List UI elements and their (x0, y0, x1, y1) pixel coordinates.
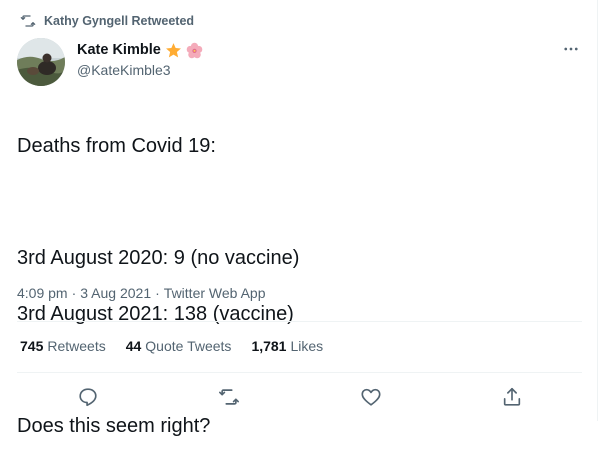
quote-tweets-stat[interactable]: 44 Quote Tweets (126, 338, 232, 354)
likes-count: 1,781 (251, 338, 287, 354)
cherry-blossom-emoji (186, 42, 203, 59)
likes-label: Likes (290, 338, 324, 354)
divider (17, 372, 582, 373)
retweet-button[interactable] (215, 383, 243, 411)
retweet-icon (20, 13, 36, 29)
tweet-time[interactable]: 4:09 pm (17, 285, 68, 301)
tweet-line: Does this seem right? (17, 415, 211, 437)
avatar[interactable] (17, 38, 65, 86)
tweet-line: Deaths from Covid 19: (17, 135, 216, 157)
reply-button[interactable] (74, 383, 102, 411)
retweets-label: Retweets (47, 338, 106, 354)
divider (17, 321, 582, 322)
share-icon (503, 387, 521, 406)
quote-tweets-count: 44 (125, 338, 142, 354)
tweet-date[interactable]: 3 Aug 2021 (80, 285, 151, 301)
likes-stat[interactable]: 1,781 Likes (251, 338, 323, 354)
timestamp-row: 4:09 pm · 3 Aug 2021 · Twitter Web App (17, 285, 265, 301)
author-name[interactable]: Kate Kimble (77, 42, 161, 58)
reply-icon (79, 388, 97, 407)
star-emoji (165, 42, 182, 59)
action-bar (0, 383, 598, 411)
separator: · (71, 285, 77, 301)
retweets-count: 745 (20, 338, 44, 354)
author-handle[interactable]: @KateKimble3 (77, 62, 203, 78)
retweet-context-text: Kathy Gyngell Retweeted (44, 14, 195, 28)
share-button[interactable] (498, 383, 526, 411)
more-icon (564, 47, 578, 51)
tweet-line: 3rd August 2021: 138 (vaccine) (17, 303, 294, 325)
retweet-icon (219, 389, 239, 405)
author-block: Kate Kimble @KateKimble3 (77, 40, 203, 78)
tweet: Kathy Gyngell Retweeted Kate Kimble @Kat… (0, 0, 598, 437)
tweet-line (17, 188, 577, 216)
quote-tweets-label: Quote Tweets (145, 338, 232, 354)
like-button[interactable] (357, 383, 385, 411)
tweet-line: 3rd August 2020: 9 (no vaccine) (17, 247, 300, 269)
like-icon (361, 388, 381, 406)
separator: · (155, 285, 160, 301)
engagement-stats: 745 Retweets 44 Quote Tweets 1,781 Likes (20, 338, 323, 354)
retweets-stat[interactable]: 745 Retweets (20, 338, 106, 354)
tweet-line (17, 356, 577, 384)
more-options-button[interactable] (559, 40, 583, 58)
retweet-context[interactable]: Kathy Gyngell Retweeted (20, 12, 194, 30)
tweet-source[interactable]: Twitter Web App (164, 285, 266, 301)
